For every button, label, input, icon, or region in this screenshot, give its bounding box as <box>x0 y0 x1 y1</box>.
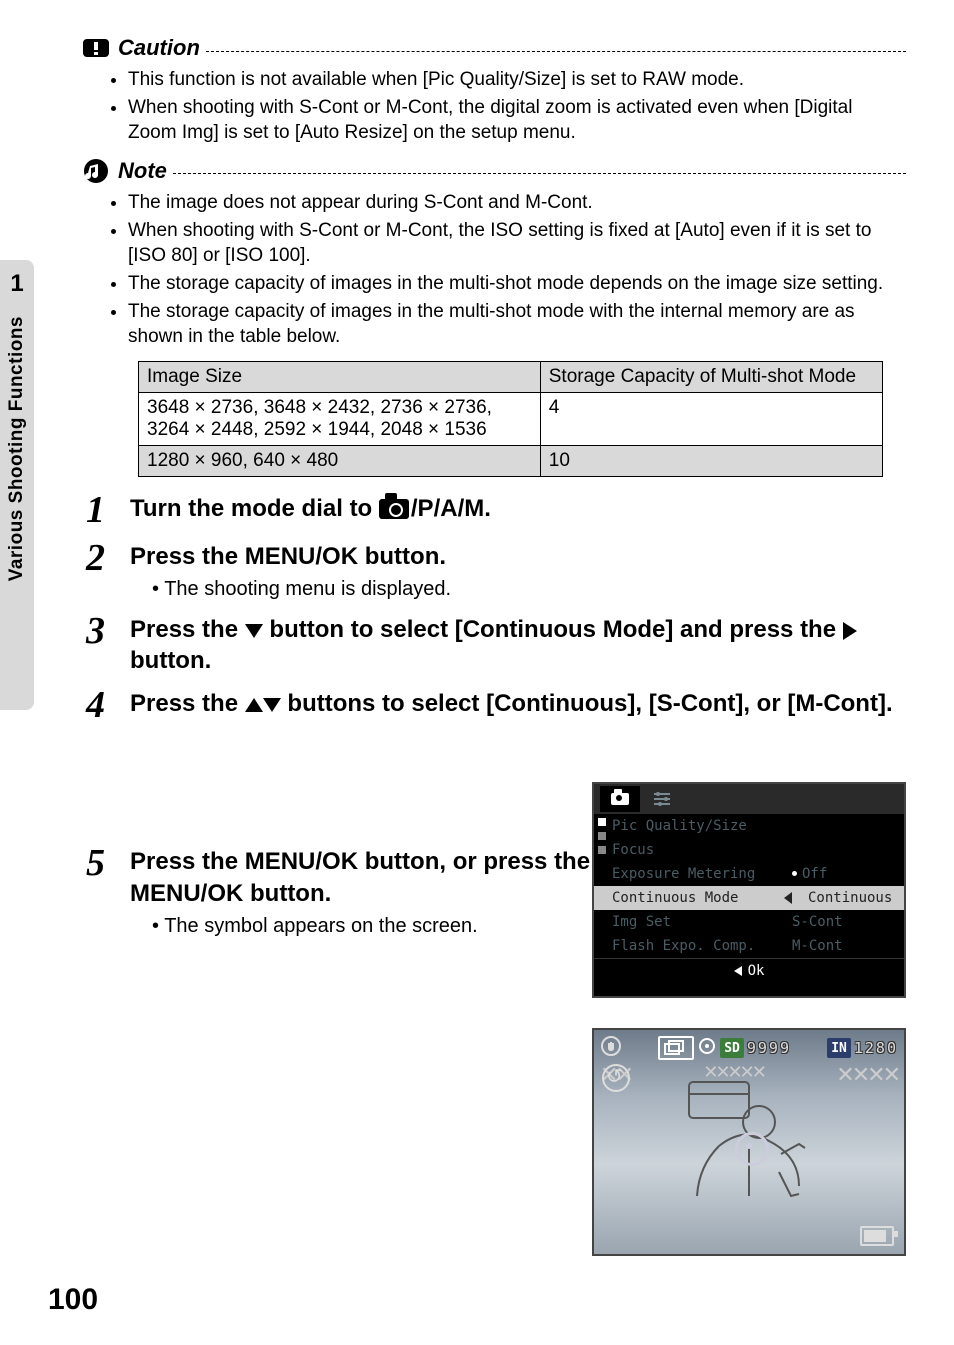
lcd-in-badge: IN <box>827 1038 851 1058</box>
note-rule <box>173 173 906 174</box>
note-item: The storage capacity of images in the mu… <box>128 300 906 349</box>
lcd-continuous-icon <box>658 1036 694 1060</box>
lcd-menu-label: Img Set <box>612 914 782 930</box>
lcd-footer: Ok <box>594 958 904 983</box>
caution-item: This function is not available when [Pic… <box>128 68 906 92</box>
table-header: Image Size <box>139 361 541 392</box>
lcd-menu-value: S-Cont <box>782 914 904 930</box>
table-row: 3648 × 2736, 3648 × 2432, 2736 × 2736, 3… <box>139 392 883 445</box>
lcd-adjust-tab-icon <box>644 786 680 812</box>
lcd-left-caret-icon <box>784 892 792 904</box>
lcd-menu-label: Continuous Mode <box>612 890 782 906</box>
step-title: Turn the mode dial to /P/A/M. <box>130 493 906 524</box>
table-header: Storage Capacity of Multi-shot Mode <box>540 361 882 392</box>
storage-capacity-table: Image Size Storage Capacity of Multi-sho… <box>138 361 883 477</box>
lcd-menu-label: Pic Quality/Size <box>612 818 782 834</box>
step-sub-span: The symbol appears on the screen. <box>164 915 478 937</box>
step-text: button to select [Continuous Mode] and p… <box>263 616 843 643</box>
lcd-menu-row-selected: Continuous Mode Continuous <box>594 886 904 910</box>
down-arrow-icon <box>263 698 281 712</box>
lcd-scroll-indicator <box>598 818 606 854</box>
step-title: Press the buttons to select [Continuous]… <box>130 688 906 719</box>
step-text: Press the <box>130 690 245 717</box>
down-arrow-icon <box>245 624 263 638</box>
chapter-number: 1 <box>10 270 23 298</box>
table-cell: 4 <box>540 392 882 445</box>
step-title: Press the button to select [Continuous M… <box>130 614 906 676</box>
step-sub-span: The shooting menu is displayed. <box>164 578 451 600</box>
caution-heading-row: Caution <box>82 34 906 62</box>
lcd-menu-value: Off <box>782 866 904 882</box>
note-item: The storage capacity of images in the mu… <box>128 272 906 296</box>
lcd-image-size: 1280 <box>854 1039 898 1057</box>
caution-label: Caution <box>118 35 200 61</box>
step-number: 4 <box>86 686 130 724</box>
lcd-menu-row: Img SetS-Cont <box>612 910 904 934</box>
note-item: When shooting with S-Cont or M-Cont, the… <box>128 219 906 268</box>
step-4: 4 Press the buttons to select [Continuou… <box>86 686 906 724</box>
step-text: Turn the mode dial to <box>130 495 379 522</box>
lcd-camera-tab-icon <box>600 786 640 812</box>
caution-rule <box>206 51 906 52</box>
lcd-menu-label: Exposure Metering <box>612 866 782 882</box>
lcd-tab-bar <box>594 784 904 814</box>
lcd-menu-label: Focus <box>612 842 782 858</box>
camera-icon <box>379 499 409 519</box>
step-text: Press the <box>130 616 245 643</box>
step-number: 1 <box>86 491 130 529</box>
lcd-battery-icon <box>860 1226 894 1246</box>
lcd-menu-row: Exposure Metering Off <box>612 862 904 886</box>
caution-list: This function is not available when [Pic… <box>128 68 906 145</box>
lcd-menu-label: Flash Expo. Comp. <box>612 938 782 954</box>
step-text: button. <box>130 647 211 674</box>
lcd-menu-row: Pic Quality/Size <box>612 814 904 838</box>
step-number: 5 <box>86 844 130 882</box>
up-arrow-icon <box>245 698 263 712</box>
note-list: The image does not appear during S-Cont … <box>128 191 906 349</box>
step-subtext: • The shooting menu is displayed. <box>152 576 906 602</box>
lcd-left-arrow-icon <box>734 966 742 976</box>
lcd-menu-row: Focus <box>612 838 904 862</box>
lcd-menu-row: Flash Expo. Comp.M-Cont <box>612 934 904 958</box>
step-text: Press the MENU/OK button, or press the <box>130 848 597 875</box>
table-cell: 10 <box>540 445 882 476</box>
lcd-value-text: Off <box>802 866 827 882</box>
table-cell: 3648 × 2736, 3648 × 2432, 2736 × 2736, 3… <box>139 392 541 445</box>
caution-item: When shooting with S-Cont or M-Cont, the… <box>128 96 906 145</box>
step-3: 3 Press the button to select [Continuous… <box>86 612 906 676</box>
right-arrow-icon <box>843 622 857 640</box>
lcd-rotate-icon <box>602 1064 630 1092</box>
step-title: Press the MENU/OK button. <box>130 541 906 572</box>
lcd-footer-label: Ok <box>748 963 765 979</box>
note-item: The image does not appear during S-Cont … <box>128 191 906 215</box>
lcd-sd-badge: SD <box>720 1038 744 1058</box>
lcd-sd-count: 9999 <box>747 1039 791 1057</box>
note-heading-row: Note <box>82 157 906 185</box>
page-number: 100 <box>48 1283 98 1317</box>
lcd-target-mini-icon <box>697 1036 717 1060</box>
lcd-menu-value: Continuous <box>798 890 904 906</box>
chapter-title: Various Shooting Functions <box>6 316 28 581</box>
step-text: buttons to select [Continuous], [S-Cont]… <box>281 690 893 717</box>
step-text: /P/A/M. <box>411 495 491 522</box>
step-1: 1 Turn the mode dial to /P/A/M. <box>86 491 906 529</box>
lcd-menu-screenshot: Pic Quality/Size Focus Exposure Metering… <box>592 782 906 998</box>
note-label: Note <box>118 158 167 184</box>
step-2: 2 Press the MENU/OK button. • The shooti… <box>86 539 906 602</box>
note-icon <box>82 157 110 185</box>
lcd-menu-value: M-Cont <box>782 938 904 954</box>
lcd-liveview-screenshot: SD 9999 IN 1280 ✕✕ ✕✕✕✕✕ ✕✕✕✕ <box>592 1028 906 1256</box>
table-row: 1280 × 960, 640 × 480 10 <box>139 445 883 476</box>
step-number: 2 <box>86 539 130 577</box>
table-cell: 1280 × 960, 640 × 480 <box>139 445 541 476</box>
lcd-menu-list: Pic Quality/Size Focus Exposure Metering… <box>594 814 904 958</box>
lcd-hand-icon <box>600 1035 622 1061</box>
chapter-side-tab: 1 Various Shooting Functions <box>0 260 34 710</box>
caution-icon <box>82 34 110 62</box>
step-number: 3 <box>86 612 130 650</box>
lcd-top-bar: SD 9999 IN 1280 <box>594 1030 904 1062</box>
